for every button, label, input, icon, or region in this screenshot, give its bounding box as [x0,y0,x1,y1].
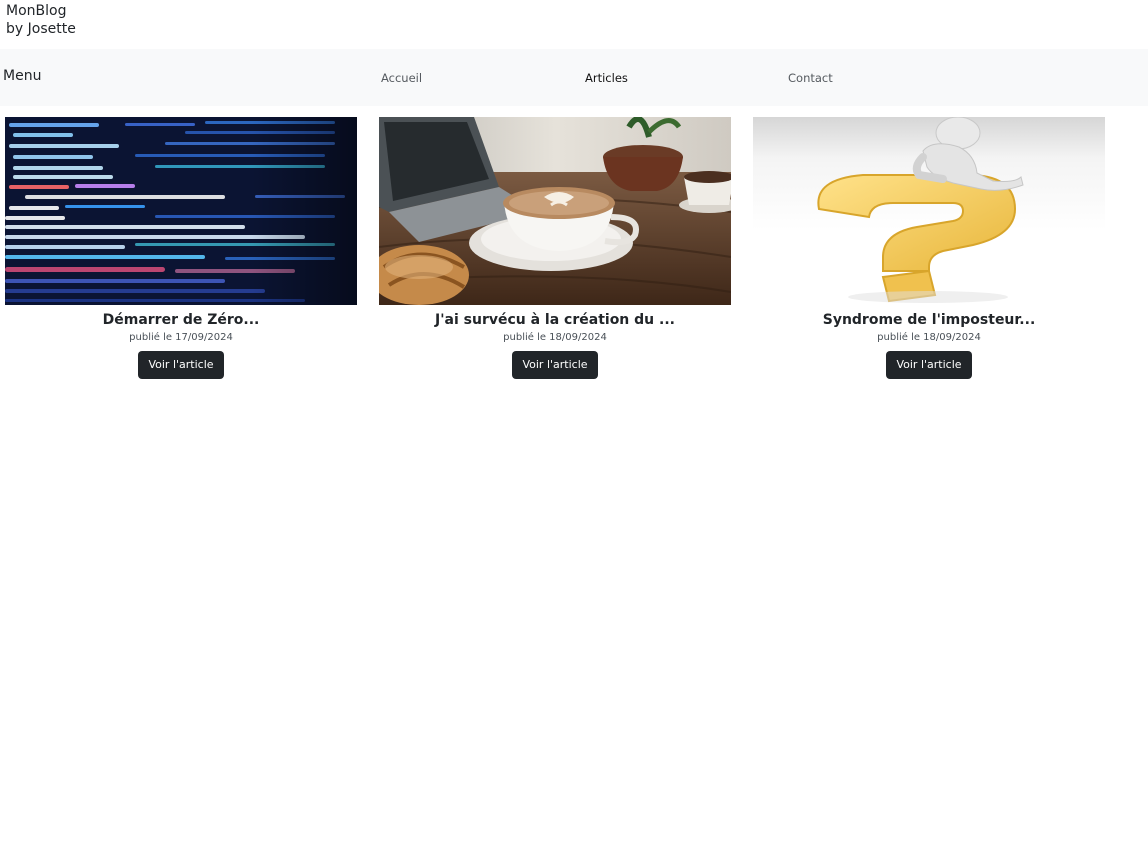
navbar: Menu Accueil Articles Contact [0,49,1148,106]
view-article-button[interactable]: Voir l'article [886,351,972,379]
brand-title: MonBlog [6,3,67,19]
article-date: publié le 17/09/2024 [129,332,233,343]
site-brand[interactable]: MonBlog by Josette [6,2,76,38]
nav-link-contact[interactable]: Contact [788,71,833,85]
question-mark-image [753,117,1105,305]
view-article-button[interactable]: Voir l'article [138,351,224,379]
article-card: J'ai survécu à la création du ... publié… [379,117,731,379]
coffee-cup-image [379,117,731,305]
article-title[interactable]: Syndrome de l'imposteur... [753,311,1105,329]
article-card: Syndrome de l'imposteur... publié le 18/… [753,117,1105,379]
article-date: publié le 18/09/2024 [877,332,981,343]
nav-link-accueil[interactable]: Accueil [381,71,422,85]
article-card: Démarrer de Zéro... publié le 17/09/2024… [5,117,357,379]
brand-subtitle: by Josette [6,21,76,37]
code-screen-illustration [5,117,357,305]
article-title[interactable]: J'ai survécu à la création du ... [379,311,731,329]
coffee-illustration [379,117,731,305]
code-screen-image [5,117,357,305]
question-mark-illustration [817,117,1024,303]
article-date: publié le 18/09/2024 [503,332,607,343]
view-article-button[interactable]: Voir l'article [512,351,598,379]
article-title[interactable]: Démarrer de Zéro... [5,311,357,329]
nav-link-articles[interactable]: Articles [585,71,628,85]
menu-label: Menu [3,68,42,84]
